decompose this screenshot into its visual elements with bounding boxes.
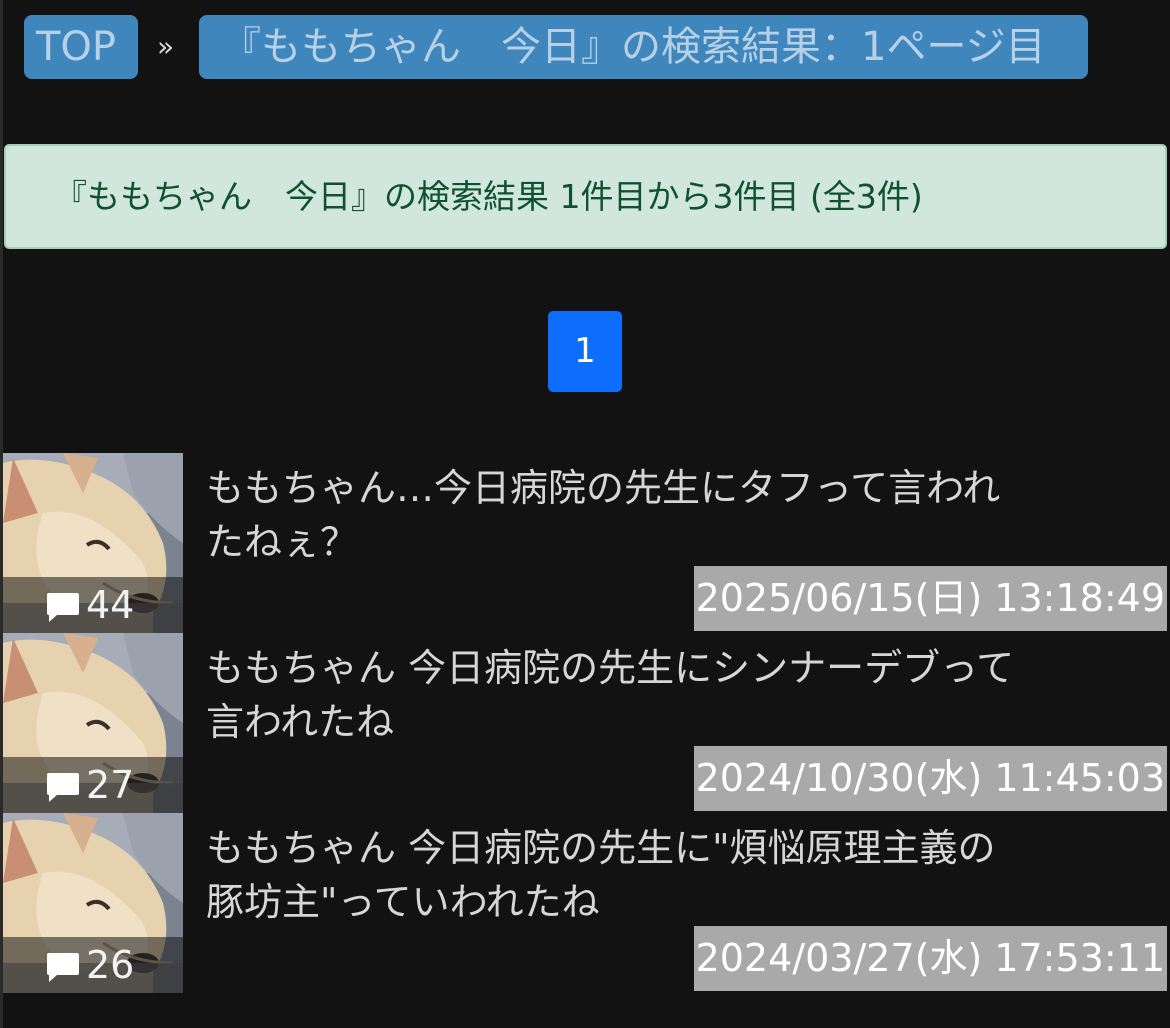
item-date: 2024/10/30(水) 11:45:03 [693,746,1167,811]
item-title-link[interactable]: ももちゃん…今日病院の先生にタフって言われたねぇ？ [206,461,1026,569]
item-thumbnail[interactable]: 44 [3,453,183,633]
comment-bubble-icon [47,593,79,622]
comment-bubble-icon [47,953,79,982]
comment-count: 27 [86,763,135,807]
comment-count-bar: 26 [3,937,183,993]
comment-count: 26 [86,943,135,987]
item-thumbnail[interactable]: 27 [3,633,183,813]
comment-count: 44 [86,583,135,627]
comment-count-bar: 44 [3,577,183,633]
comment-bubble-icon [47,773,79,802]
item-thumbnail[interactable]: 26 [3,813,183,993]
breadcrumb-current-page: 『ももちゃん 今日』の検索結果：1ページ目 [199,15,1088,79]
pagination-page-1[interactable]: 1 [548,311,622,392]
breadcrumb-top-link[interactable]: TOP [24,15,138,79]
comment-count-bar: 27 [3,757,183,813]
search-results-page: TOP » 『ももちゃん 今日』の検索結果：1ページ目 『ももちゃん 今日』の検… [0,0,1170,1028]
list-item[interactable]: 27 ももちゃん 今日病院の先生にシンナーデブって言われたね 2024/10/3… [3,633,1167,813]
item-date: 2025/06/15(日) 13:18:49 [693,566,1167,631]
list-item[interactable]: 44 ももちゃん…今日病院の先生にタフって言われたねぇ？ 2025/06/15(… [3,453,1167,633]
item-date: 2024/03/27(水) 17:53:11 [693,926,1167,991]
search-result-summary: 『ももちゃん 今日』の検索結果 1件目から3件目 (全3件) [4,144,1167,249]
breadcrumb-separator: » [157,30,175,63]
list-item[interactable]: 26 ももちゃん 今日病院の先生に"煩悩原理主義の豚坊主"っていわれたね 202… [3,813,1167,993]
item-title-link[interactable]: ももちゃん 今日病院の先生に"煩悩原理主義の豚坊主"っていわれたね [206,821,1026,929]
item-title-link[interactable]: ももちゃん 今日病院の先生にシンナーデブって言われたね [206,641,1026,749]
